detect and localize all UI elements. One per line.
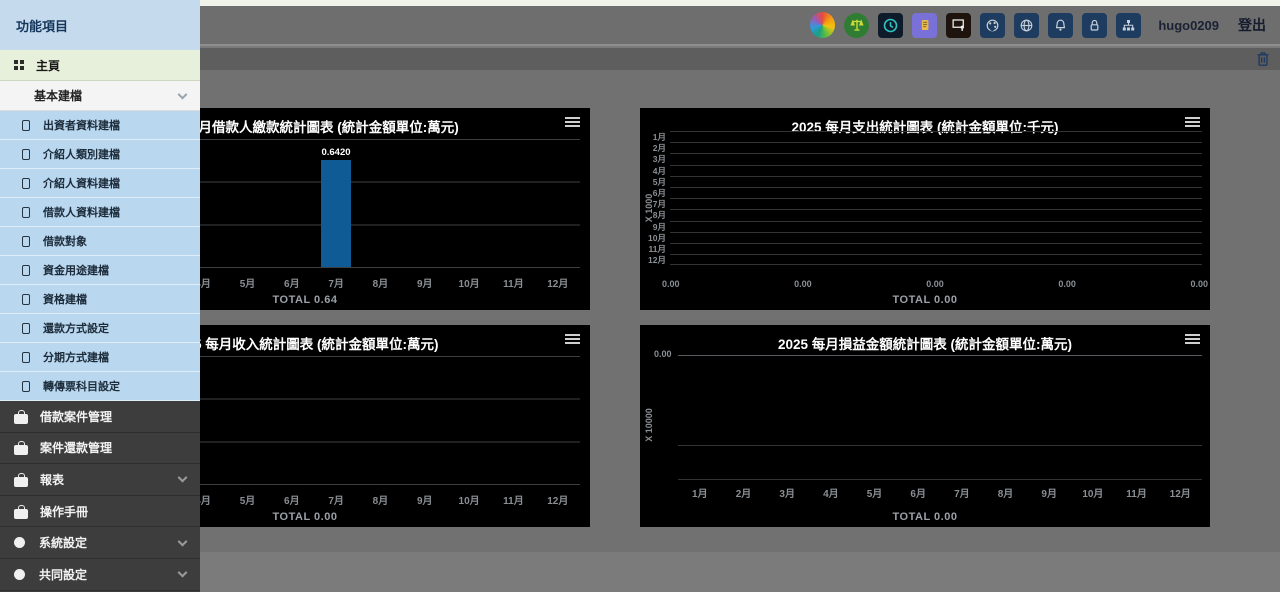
sidebar-item-fund-usage-setup[interactable]: 資金用途建檔 [0,256,200,285]
sidebar-item-label: 案件還款管理 [40,439,112,456]
trash-icon[interactable] [1256,51,1270,67]
sidebar-item-common-settings[interactable]: 共同設定 [0,559,200,591]
record-icon [22,207,30,218]
chart-title: 2025 每月損益金額統計圖表 (統計金額單位:萬元) [640,325,1210,353]
record-icon [22,323,30,334]
sidebar-item-label: 報表 [40,471,64,488]
globe-icon[interactable] [1014,13,1039,38]
y-axis-zero-tick: 0.00 [654,349,672,359]
sidebar-item-case-repayment-management[interactable]: 案件還款管理 [0,433,200,465]
record-icon [22,149,30,160]
chart-panel-expenses: 2025 每月支出統計圖表 (統計金額單位:千元) X 1000 1月2月3月4… [640,108,1210,310]
clock-icon[interactable] [878,13,903,38]
record-icon [22,120,30,131]
bar-value-label: 0.6420 [321,147,350,158]
sidebar-title: 功能項目 [0,0,200,50]
sidebar: 功能項目 主頁 基本建檔 出資者資料建檔 介紹人類別建檔 介紹人資料建檔 借款人… [0,0,200,592]
bar-column-july: 0.6420 [306,147,366,267]
record-icon [22,352,30,363]
sidebar-item-label: 借款案件管理 [40,408,112,425]
sidebar-item-repayment-method-setting[interactable]: 還款方式設定 [0,314,200,343]
sidebar-item-label: 借款人資料建檔 [43,204,120,220]
record-icon [22,236,30,247]
sidebar-item-investor-setup[interactable]: 出資者資料建檔 [0,111,200,140]
sidebar-item-label: 資金用途建檔 [43,262,109,278]
sidebar-item-label: 操作手冊 [40,503,88,520]
color-wheel [810,12,835,38]
chart-menu-icon[interactable] [1185,334,1200,346]
circle-icon [14,537,25,548]
sidebar-item-label: 系統設定 [39,534,87,551]
bell-icon[interactable] [1048,13,1073,38]
sidebar-item-label: 出資者資料建檔 [43,117,120,133]
scales-badge-icon[interactable] [844,13,869,38]
x-axis-ticks: 0.000.000.000.000.00 [662,279,1208,289]
sidebar-item-label: 還款方式設定 [43,320,109,336]
chart-menu-icon[interactable] [1185,117,1200,129]
zero-value-line [678,355,1202,356]
sidebar-item-label: 資格建檔 [43,291,87,307]
chart-panel-profit-loss: 2025 每月損益金額統計圖表 (統計金額單位:萬元) 0.00 X 10000… [640,325,1210,527]
sidebar-group-label: 基本建檔 [34,87,82,104]
presentation-icon[interactable] [946,13,971,38]
gridline [678,479,1202,480]
palette-icon[interactable] [980,13,1005,38]
chart-total: TOTAL 0.00 [640,511,1210,523]
circle-icon [14,569,25,580]
record-icon [22,178,30,189]
color-wheel-logo-icon[interactable] [810,13,835,38]
lock-icon[interactable] [1082,13,1107,38]
sidebar-item-label: 分期方式建檔 [43,349,109,365]
home-grid-icon [14,60,24,70]
sidebar-item-home[interactable]: 主頁 [0,50,200,81]
sidebar-item-operation-manual[interactable]: 操作手冊 [0,496,200,528]
record-icon [22,381,30,392]
payment-bar [321,160,351,267]
record-icon [22,294,30,305]
y-axis-unit: X 10000 [644,402,654,448]
chart-menu-icon[interactable] [565,117,580,129]
sidebar-item-system-settings[interactable]: 系統設定 [0,527,200,559]
chevron-down-icon [178,473,188,483]
sidebar-item-reports[interactable]: 報表 [0,464,200,496]
chevron-down-icon [178,536,188,546]
sidebar-item-installment-method-setup[interactable]: 分期方式建檔 [0,343,200,372]
sidebar-item-loan-case-management[interactable]: 借款案件管理 [0,401,200,433]
briefcase-icon [14,477,28,487]
sidebar-item-label: 共同設定 [39,566,87,583]
sidebar-group-basic-setup[interactable]: 基本建檔 [0,81,200,111]
logout-button[interactable]: 登出 [1238,15,1266,35]
briefcase-icon [14,445,28,455]
category-rows: 1月2月3月4月5月6月7月8月9月10月11月12月 [670,131,1202,265]
username-label: hugo0209 [1158,18,1219,33]
chart-menu-icon[interactable] [565,334,580,346]
sidebar-item-referrer-data-setup[interactable]: 介紹人資料建檔 [0,169,200,198]
gridline [678,445,1202,446]
sidebar-item-label: 轉傳票科目設定 [43,378,120,394]
chevron-down-icon [178,89,188,99]
x-axis-months: 1月2月3月4月5月6月7月8月9月10月11月12月 [678,485,1202,500]
briefcase-icon [14,509,28,519]
sidebar-item-label: 介紹人類別建檔 [43,146,120,162]
chevron-down-icon [178,568,188,578]
chart-total: TOTAL 0.00 [640,294,1210,306]
scroll-document-icon[interactable] [912,13,937,38]
briefcase-icon [14,414,28,424]
sidebar-item-loan-target[interactable]: 借款對象 [0,227,200,256]
record-icon [22,265,30,276]
sidebar-item-label: 借款對象 [43,233,87,249]
sidebar-item-label: 主頁 [36,57,60,74]
sitemap-icon[interactable] [1116,13,1141,38]
sidebar-item-borrower-data-setup[interactable]: 借款人資料建檔 [0,198,200,227]
sidebar-item-qualification-setup[interactable]: 資格建檔 [0,285,200,314]
sidebar-item-referrer-category-setup[interactable]: 介紹人類別建檔 [0,140,200,169]
sidebar-item-label: 介紹人資料建檔 [43,175,120,191]
sidebar-item-voucher-subject-setting[interactable]: 轉傳票科目設定 [0,372,200,401]
